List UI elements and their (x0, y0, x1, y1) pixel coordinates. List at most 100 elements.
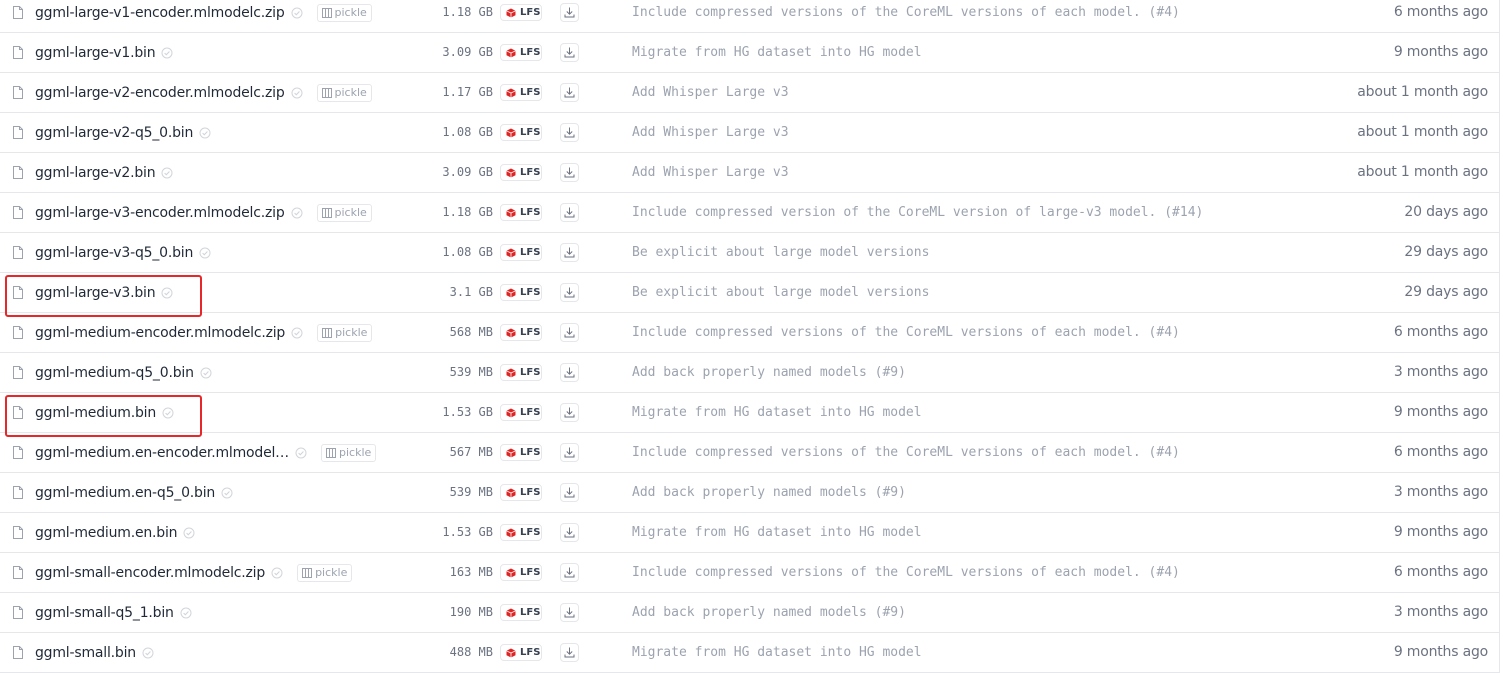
download-button[interactable] (560, 43, 579, 62)
download-button[interactable] (560, 123, 579, 142)
file-name-link[interactable]: ggml-medium.en.bin (35, 525, 178, 541)
last-modified-date: 3 months ago (1393, 484, 1488, 500)
lfs-badge[interactable]: LFS (500, 204, 542, 221)
lfs-badge[interactable]: LFS (500, 444, 542, 461)
file-name-link[interactable]: ggml-large-v3-encoder.mlmodelc.zip (35, 205, 285, 221)
download-button[interactable] (560, 403, 579, 422)
commit-message-link[interactable]: Add back properly named models (#9) (632, 605, 1242, 620)
commit-message-link[interactable]: Add Whisper Large v3 (632, 85, 1242, 100)
commit-message-link[interactable]: Include compressed versions of the CoreM… (632, 565, 1242, 580)
file-row: ggml-large-v1-encoder.mlmodelc.zip pickl… (0, 0, 1500, 33)
commit-message-link[interactable]: Migrate from HG dataset into HG model (632, 405, 1242, 420)
lfs-label: LFS (520, 287, 541, 298)
lfs-badge[interactable]: LFS (500, 604, 542, 621)
lfs-label: LFS (520, 567, 541, 578)
lfs-badge[interactable]: LFS (500, 84, 542, 101)
download-button[interactable] (560, 83, 579, 102)
commit-message-link[interactable]: Include compressed versions of the CoreM… (632, 445, 1242, 460)
file-size: 1.53 GB (442, 525, 493, 539)
download-button[interactable] (560, 323, 579, 342)
lfs-label: LFS (520, 87, 541, 98)
file-row: ggml-medium.en-q5_0.bin 539 MB LFS Add b… (0, 473, 1500, 513)
file-row: ggml-large-v1.bin 3.09 GB LFS Migrate fr… (0, 33, 1500, 73)
download-button[interactable] (560, 243, 579, 262)
pickle-badge[interactable]: pickle (316, 83, 372, 102)
file-name-link[interactable]: ggml-medium.en-q5_0.bin (35, 485, 215, 501)
lfs-badge[interactable]: LFS (500, 124, 542, 141)
file-name-link[interactable]: ggml-medium-encoder.mlmodelc.zip (35, 325, 285, 341)
pickle-badge[interactable]: pickle (297, 563, 353, 582)
last-modified-date: 29 days ago (1404, 284, 1488, 300)
pickle-badge[interactable]: pickle (316, 3, 372, 22)
pickle-badge[interactable]: pickle (316, 203, 372, 222)
lfs-badge[interactable]: LFS (500, 4, 542, 21)
file-name-link[interactable]: ggml-large-v1.bin (35, 45, 156, 61)
commit-message-link[interactable]: Include compressed versions of the CoreM… (632, 5, 1242, 20)
lfs-badge[interactable]: LFS (500, 564, 542, 581)
download-icon (564, 647, 575, 658)
lfs-badge[interactable]: LFS (500, 484, 542, 501)
pickle-label: pickle (334, 86, 367, 99)
download-button[interactable] (560, 563, 579, 582)
download-button[interactable] (560, 483, 579, 502)
download-button[interactable] (560, 163, 579, 182)
file-name-link[interactable]: ggml-large-v3-q5_0.bin (35, 245, 193, 261)
file-name-link[interactable]: ggml-medium.en-encoder.mlmodel… (35, 445, 289, 461)
pickle-badge[interactable]: pickle (320, 443, 377, 462)
file-icon (13, 446, 23, 459)
shield-check-icon (161, 47, 173, 58)
commit-message-link[interactable]: Include compressed version of the CoreML… (632, 205, 1242, 220)
commit-message-link[interactable]: Add Whisper Large v3 (632, 165, 1242, 180)
download-button[interactable] (560, 283, 579, 302)
lfs-badge[interactable]: LFS (500, 284, 542, 301)
file-name-link[interactable]: ggml-large-v1-encoder.mlmodelc.zip (35, 5, 285, 21)
file-size: 1.18 GB (442, 205, 493, 219)
file-name-link[interactable]: ggml-large-v3.bin (35, 285, 156, 301)
file-name-link[interactable]: ggml-large-v2-encoder.mlmodelc.zip (35, 85, 285, 101)
commit-message-link[interactable]: Include compressed versions of the CoreM… (632, 325, 1242, 340)
download-button[interactable] (560, 443, 579, 462)
commit-message-link[interactable]: Be explicit about large model versions (632, 285, 1242, 300)
lfs-badge[interactable]: LFS (500, 44, 542, 61)
lfs-badge[interactable]: LFS (500, 404, 542, 421)
lfs-badge[interactable]: LFS (500, 164, 542, 181)
file-name-link[interactable]: ggml-medium.bin (35, 405, 156, 421)
download-button[interactable] (560, 203, 579, 222)
commit-message-link[interactable]: Be explicit about large model versions (632, 245, 1242, 260)
commit-message-link[interactable]: Migrate from HG dataset into HG model (632, 645, 1242, 660)
shield-check-icon (221, 487, 233, 498)
pickle-icon (321, 7, 332, 18)
download-button[interactable] (560, 643, 579, 662)
lfs-badge[interactable]: LFS (500, 364, 542, 381)
file-row: ggml-medium-q5_0.bin 539 MB LFS Add back… (0, 353, 1500, 393)
lfs-badge[interactable]: LFS (500, 524, 542, 541)
download-button[interactable] (560, 363, 579, 382)
download-icon (564, 127, 575, 138)
file-icon (13, 366, 23, 379)
shield-check-icon (161, 287, 173, 298)
download-button[interactable] (560, 3, 579, 22)
file-name-link[interactable]: ggml-small.bin (35, 645, 136, 661)
shield-check-icon (180, 607, 192, 618)
lfs-cube-icon (506, 368, 516, 377)
pickle-badge[interactable]: pickle (317, 323, 373, 342)
commit-message-link[interactable]: Migrate from HG dataset into HG model (632, 525, 1242, 540)
file-name-link[interactable]: ggml-medium-q5_0.bin (35, 365, 194, 381)
download-icon (564, 87, 575, 98)
lfs-badge[interactable]: LFS (500, 644, 542, 661)
lfs-label: LFS (520, 167, 541, 178)
download-button[interactable] (560, 523, 579, 542)
lfs-badge[interactable]: LFS (500, 244, 542, 261)
commit-message-link[interactable]: Add Whisper Large v3 (632, 125, 1242, 140)
commit-message-link[interactable]: Add back properly named models (#9) (632, 365, 1242, 380)
lfs-label: LFS (520, 127, 541, 138)
commit-message-link[interactable]: Migrate from HG dataset into HG model (632, 45, 1242, 60)
file-name-link[interactable]: ggml-large-v2-q5_0.bin (35, 125, 193, 141)
lfs-badge[interactable]: LFS (500, 324, 542, 341)
file-name-link[interactable]: ggml-large-v2.bin (35, 165, 156, 181)
file-name-link[interactable]: ggml-small-encoder.mlmodelc.zip (35, 565, 265, 581)
download-button[interactable] (560, 603, 579, 622)
file-name-link[interactable]: ggml-small-q5_1.bin (35, 605, 174, 621)
commit-message-link[interactable]: Add back properly named models (#9) (632, 485, 1242, 500)
download-icon (564, 447, 575, 458)
